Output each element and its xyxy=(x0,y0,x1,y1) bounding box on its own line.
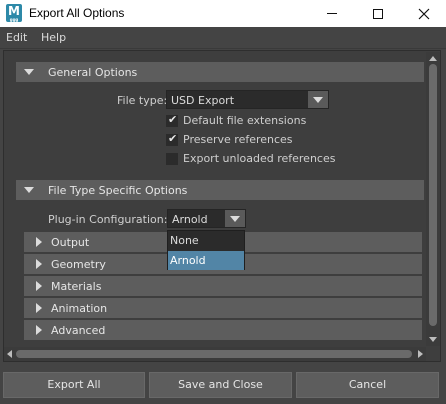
vertical-scroll-thumb[interactable] xyxy=(429,64,437,326)
default-extensions-checkbox[interactable]: ✔ xyxy=(166,113,178,127)
geometry-label: Geometry xyxy=(51,258,106,271)
file-type-dropdown-button[interactable] xyxy=(308,91,328,108)
window-title: Export All Options xyxy=(29,6,125,20)
menu-edit[interactable]: Edit xyxy=(6,31,27,44)
checkmark-icon: ✔ xyxy=(168,113,178,126)
output-label: Output xyxy=(51,236,90,249)
horizontal-scrollbar[interactable] xyxy=(4,347,426,361)
save-and-close-button[interactable]: Save and Close xyxy=(149,372,292,398)
animation-section[interactable]: Animation xyxy=(24,298,422,318)
chevron-down-icon xyxy=(313,97,323,103)
export-unloaded-checkbox[interactable] xyxy=(166,153,178,165)
scroll-right-icon[interactable] xyxy=(418,350,423,358)
general-options-header[interactable]: General Options xyxy=(16,62,424,82)
dialog-footer: Export All Save and Close Cancel xyxy=(0,364,446,404)
collapse-triangle-icon xyxy=(24,187,34,193)
plugin-config-select[interactable]: Arnold xyxy=(167,209,246,228)
export-unloaded-label: Export unloaded references xyxy=(183,152,336,165)
scroll-down-icon[interactable] xyxy=(429,337,437,342)
file-type-value: USD Export xyxy=(171,94,235,107)
expand-triangle-icon xyxy=(36,325,42,335)
plugin-config-label: Plug-in Configuration: xyxy=(48,213,168,226)
close-button[interactable] xyxy=(401,0,446,27)
scroll-left-icon[interactable] xyxy=(7,350,12,358)
plugin-config-value: Arnold xyxy=(172,213,208,226)
file-type-specific-header[interactable]: File Type Specific Options xyxy=(16,180,424,200)
file-type-select[interactable]: USD Export xyxy=(166,90,329,109)
materials-label: Materials xyxy=(51,280,102,293)
file-type-label: File type: xyxy=(117,94,168,107)
maximize-button[interactable] xyxy=(355,0,401,27)
checkmark-icon: ✔ xyxy=(168,132,178,145)
maya-app-icon: Mggg xyxy=(6,4,22,22)
preserve-references-label: Preserve references xyxy=(183,133,293,146)
expand-triangle-icon xyxy=(36,303,42,313)
preserve-references-checkbox[interactable]: ✔ xyxy=(166,132,178,146)
plugin-config-dropdown-button[interactable] xyxy=(225,210,245,227)
plugin-config-dropdown-list: None Arnold xyxy=(167,230,245,270)
export-all-button[interactable]: Export All xyxy=(3,372,145,398)
advanced-section[interactable]: Advanced xyxy=(24,320,422,340)
materials-section[interactable]: Materials xyxy=(24,276,422,296)
expand-triangle-icon xyxy=(36,281,42,291)
minimize-button[interactable] xyxy=(309,0,355,27)
dropdown-option-arnold[interactable]: Arnold xyxy=(168,251,244,270)
advanced-label: Advanced xyxy=(51,324,106,337)
menu-help[interactable]: Help xyxy=(41,31,66,44)
file-type-specific-label: File Type Specific Options xyxy=(48,184,188,197)
scroll-up-icon[interactable] xyxy=(429,56,437,61)
title-bar: Mggg Export All Options xyxy=(0,0,446,27)
minimize-icon xyxy=(327,13,337,14)
cancel-button[interactable]: Cancel xyxy=(296,372,439,398)
maximize-icon xyxy=(373,8,383,19)
expand-triangle-icon xyxy=(36,259,42,269)
collapse-triangle-icon xyxy=(24,69,34,75)
general-options-label: General Options xyxy=(48,66,138,79)
menu-bar: Edit Help xyxy=(0,27,446,49)
horizontal-scroll-thumb[interactable] xyxy=(16,350,412,358)
vertical-scrollbar[interactable] xyxy=(426,52,440,346)
chevron-down-icon xyxy=(230,216,240,222)
default-extensions-label: Default file extensions xyxy=(183,114,307,127)
animation-label: Animation xyxy=(51,302,108,315)
expand-triangle-icon xyxy=(36,237,42,247)
close-icon xyxy=(418,8,430,19)
dropdown-option-none[interactable]: None xyxy=(168,231,244,250)
